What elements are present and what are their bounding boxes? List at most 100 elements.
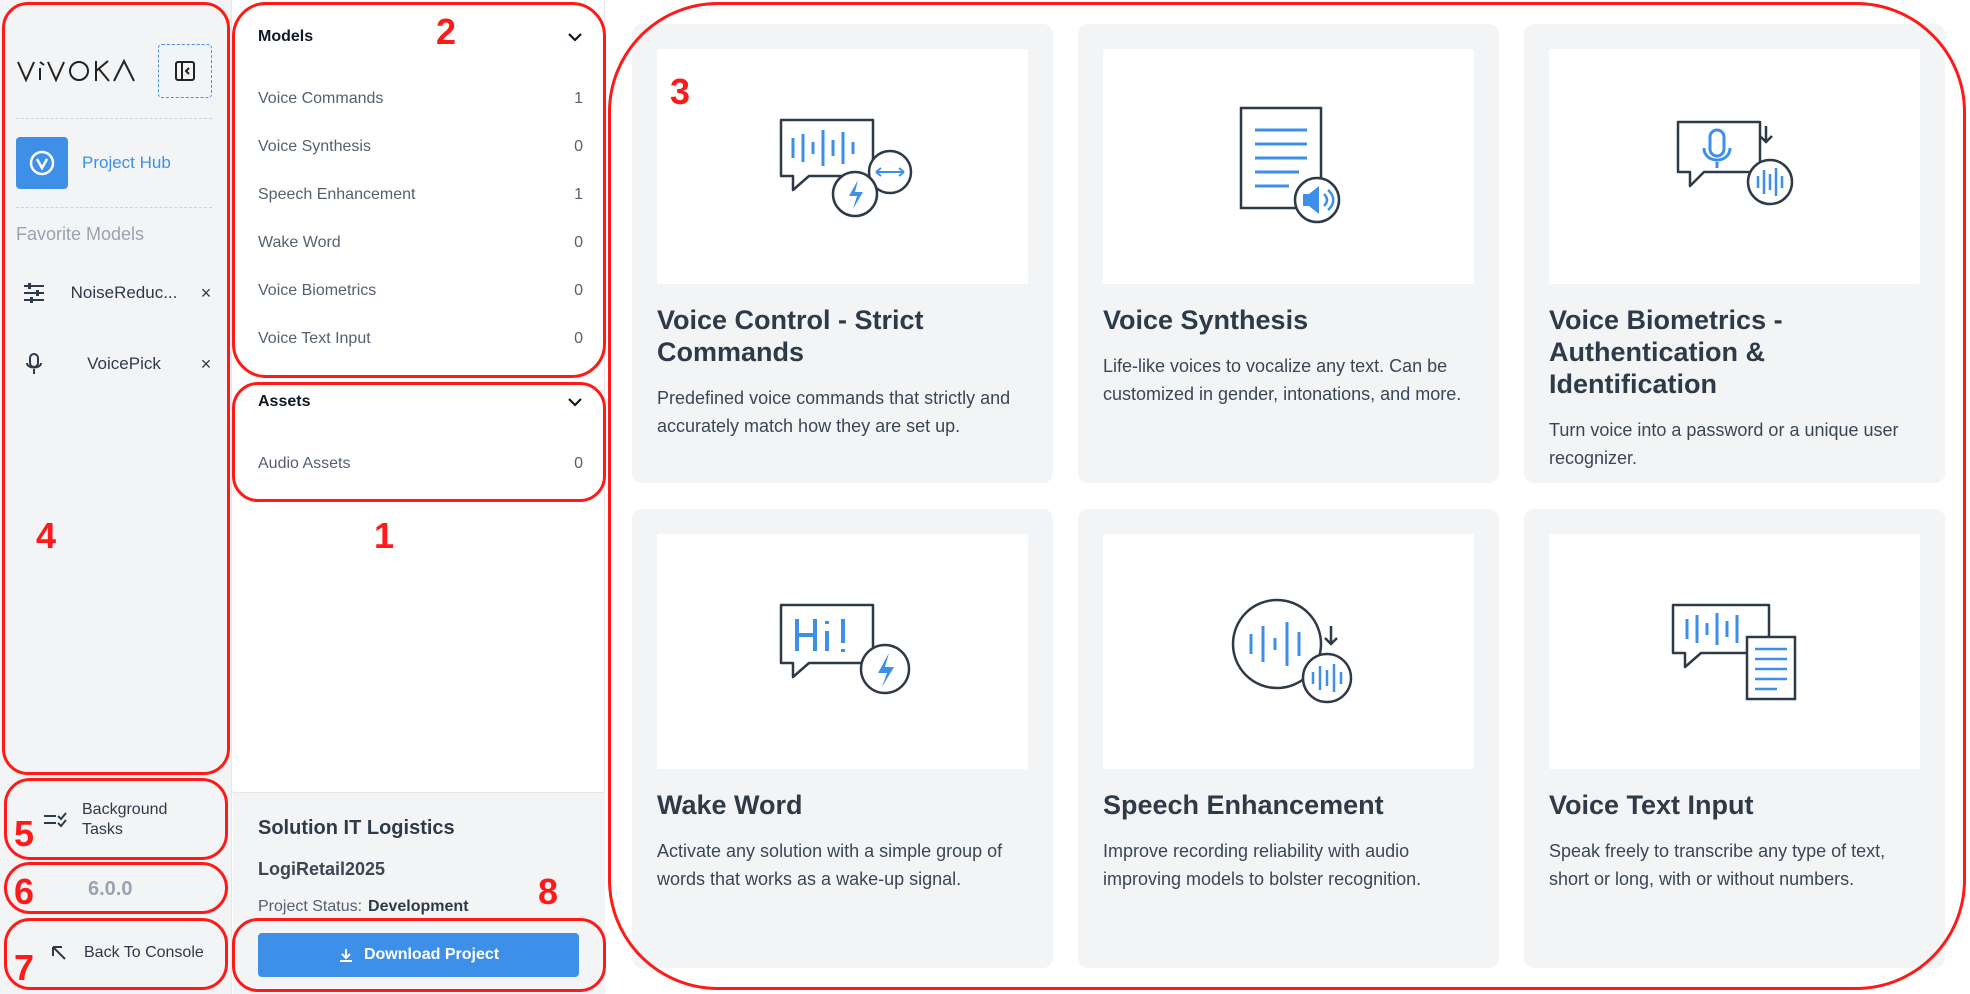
card-voice-text-input[interactable]: Voice Text Input Speak freely to transcr…	[1524, 509, 1945, 968]
sliders-icon	[16, 275, 52, 311]
project-hub-link[interactable]: Project Hub	[16, 137, 216, 189]
favorite-item-noisereduction[interactable]: NoiseReduc... ×	[16, 275, 216, 311]
asset-count: 0	[574, 455, 583, 472]
download-project-button[interactable]: Download Project	[258, 933, 579, 977]
version-label: 6.0.0	[88, 877, 133, 900]
annotation-number-2: 2	[436, 11, 457, 52]
card-description: Speak freely to transcribe any type of t…	[1549, 841, 1886, 889]
model-count: 0	[574, 234, 583, 251]
arrow-up-left-icon	[52, 946, 66, 960]
favorite-item-label: NoiseReduc...	[70, 283, 178, 302]
card-image	[1103, 534, 1474, 769]
tasks-checklist-icon	[44, 812, 67, 828]
wake-word-icon	[779, 603, 910, 694]
project-hub-icon	[16, 137, 68, 189]
voice-text-input-icon	[1671, 603, 1796, 700]
model-row-voice-biometrics[interactable]: Voice Biometrics 0	[258, 276, 583, 306]
voice-synthesis-icon	[1239, 106, 1340, 223]
chevron-down-icon[interactable]	[567, 397, 583, 407]
card-description: Improve recording reliability with audio…	[1103, 841, 1422, 889]
divider	[16, 118, 212, 119]
model-count: 0	[574, 330, 583, 347]
card-voice-synthesis[interactable]: Voice Synthesis Life-like voices to voca…	[1078, 24, 1499, 483]
model-count: 0	[574, 282, 583, 299]
card-title: Voice Text Input	[1549, 790, 1754, 820]
background-tasks-label: Background Tasks	[82, 801, 168, 838]
left-rail: Project Hub Favorite Models NoiseReduc..…	[0, 0, 232, 994]
logo-row	[16, 44, 216, 98]
card-speech-enhancement[interactable]: Speech Enhancement Improve recording rel…	[1078, 509, 1499, 968]
annotation-number-4: 4	[36, 515, 57, 556]
project-status-value: Development	[368, 898, 469, 915]
card-description: Activate any solution with a simple grou…	[657, 841, 1003, 889]
favorite-models-title: Favorite Models	[16, 224, 145, 244]
model-label: Voice Biometrics	[258, 282, 377, 299]
favorite-item-voicepick[interactable]: VoicePick ×	[16, 346, 216, 382]
chevron-down-icon[interactable]	[567, 32, 583, 42]
vivoka-logo	[17, 58, 135, 83]
project-status-label: Project Status:	[258, 898, 363, 915]
sidebar-collapse-icon	[175, 61, 195, 81]
annotation-number-8: 8	[538, 871, 559, 912]
background-tasks-button[interactable]: Background Tasks	[4, 780, 228, 860]
annotation-number-7: 7	[14, 947, 35, 988]
annotation-number-5: 5	[14, 813, 35, 854]
card-title: Voice Synthesis	[1103, 305, 1309, 335]
card-voice-biometrics[interactable]: Voice Biometrics - Authentication & Iden…	[1524, 24, 1945, 483]
model-row-speech-enhancement[interactable]: Speech Enhancement 1	[258, 180, 583, 210]
back-to-console-button[interactable]: Back To Console	[4, 918, 228, 988]
assets-title: Assets	[258, 393, 311, 410]
models-panel: Models Voice Commands 1 Voice Synthesis …	[233, 0, 605, 994]
project-code: LogiRetail2025	[258, 859, 386, 879]
model-label: Voice Text Input	[258, 330, 371, 347]
card-image	[657, 49, 1028, 284]
card-title: Speech Enhancement	[1103, 790, 1384, 820]
model-row-voice-commands[interactable]: Voice Commands 1	[258, 84, 583, 114]
model-count: 1	[574, 186, 583, 203]
card-image	[1549, 534, 1920, 769]
project-hub-label: Project Hub	[82, 153, 171, 172]
model-row-wake-word[interactable]: Wake Word 0	[258, 228, 583, 258]
card-title: Wake Word	[657, 790, 803, 820]
card-wake-word[interactable]: Wake Word Activate any solution with a s…	[632, 509, 1053, 968]
favorite-item-label: VoicePick	[87, 354, 161, 373]
divider	[16, 207, 212, 208]
remove-favorite-close-icon[interactable]: ×	[196, 354, 216, 375]
annotation-number-6: 6	[14, 871, 35, 912]
asset-row-audio-assets[interactable]: Audio Assets 0	[258, 449, 583, 479]
project-name: Solution IT Logistics	[258, 817, 455, 839]
model-label: Voice Commands	[258, 90, 384, 107]
card-description: Predefined voice commands that strictly …	[657, 388, 1011, 436]
download-icon	[339, 949, 352, 962]
speech-enhancement-icon	[1231, 598, 1352, 703]
voice-biometrics-icon	[1676, 120, 1793, 205]
project-status: Project Status: Development	[258, 898, 469, 916]
model-row-voice-synthesis[interactable]: Voice Synthesis 0	[258, 132, 583, 162]
models-section-header[interactable]: Models	[258, 22, 583, 52]
download-project-label: Download Project	[363, 946, 500, 963]
asset-label: Audio Assets	[258, 455, 351, 472]
remove-favorite-close-icon[interactable]: ×	[196, 283, 216, 304]
card-description: Turn voice into a password or a unique u…	[1549, 420, 1899, 468]
model-count: 1	[574, 90, 583, 107]
microphone-icon	[16, 346, 52, 382]
card-title: Voice Control - Strict Commands	[657, 305, 924, 367]
annotation-number-3: 3	[670, 71, 691, 112]
card-description: Life-like voices to vocalize any text. C…	[1103, 356, 1462, 404]
model-label: Voice Synthesis	[258, 138, 371, 155]
back-to-console-label: Back To Console	[84, 944, 204, 961]
card-voice-control[interactable]: Voice Control - Strict Commands Predefin…	[632, 24, 1053, 483]
collapse-sidebar-button[interactable]	[158, 44, 212, 98]
model-row-voice-text-input[interactable]: Voice Text Input 0	[258, 324, 583, 354]
assets-section-header[interactable]: Assets	[258, 387, 583, 417]
voice-command-icon	[779, 118, 912, 217]
model-count: 0	[574, 138, 583, 155]
card-image	[1103, 49, 1474, 284]
model-label: Speech Enhancement	[258, 186, 416, 203]
card-image	[657, 534, 1028, 769]
card-title: Voice Biometrics - Authentication & Iden…	[1549, 305, 1783, 399]
card-image	[1549, 49, 1920, 284]
model-label: Wake Word	[258, 234, 341, 251]
annotation-number-1: 1	[374, 515, 395, 556]
models-title: Models	[258, 28, 314, 45]
